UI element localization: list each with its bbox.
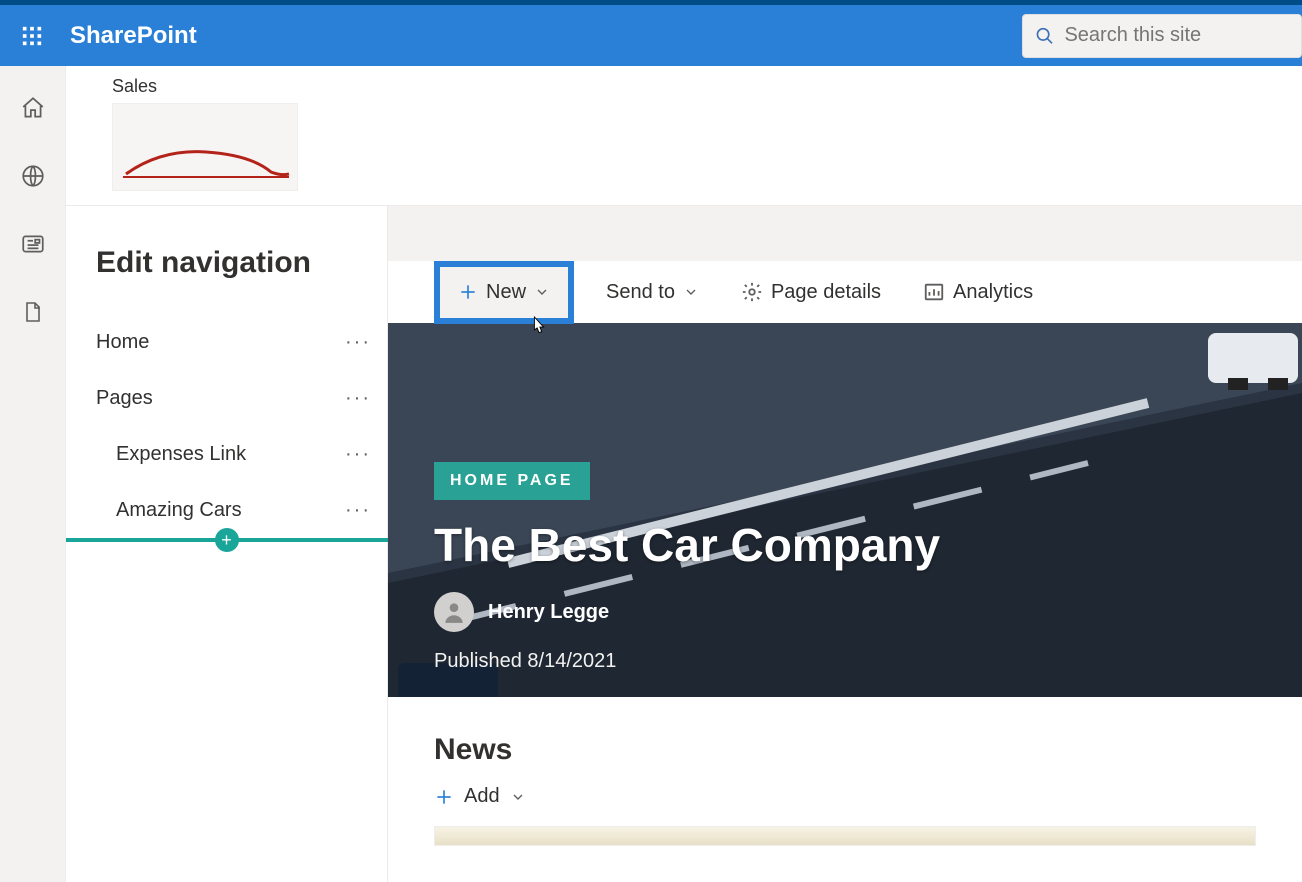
- site-header: Sales: [66, 66, 1302, 206]
- nav-insert-indicator[interactable]: +: [66, 538, 395, 542]
- more-icon[interactable]: ···: [345, 443, 377, 466]
- home-icon[interactable]: [19, 94, 47, 122]
- brand-label[interactable]: SharePoint: [70, 22, 197, 50]
- page-badge: HOME PAGE: [434, 462, 590, 500]
- page-hero: HOME PAGE The Best Car Company Henry Leg…: [388, 323, 1302, 697]
- nav-item-home[interactable]: Home ···: [96, 314, 377, 370]
- gear-icon: [741, 281, 763, 303]
- chevron-down-icon: [683, 284, 699, 300]
- nav-panel-title: Edit navigation: [96, 246, 377, 280]
- news-section: News Add: [388, 697, 1302, 882]
- page-details-button[interactable]: Page details: [731, 275, 891, 310]
- search-icon: [1035, 25, 1054, 47]
- person-icon: [441, 599, 467, 625]
- edit-navigation-panel: Edit navigation Home ··· Pages ··· Expen…: [66, 206, 388, 882]
- send-to-label: Send to: [606, 281, 675, 304]
- new-button[interactable]: New: [434, 261, 574, 324]
- site-logo[interactable]: [112, 103, 298, 191]
- app-rail: [0, 66, 66, 882]
- send-to-button[interactable]: Send to: [596, 275, 709, 310]
- add-label: Add: [464, 785, 500, 808]
- nav-item-amazing-cars[interactable]: Amazing Cars ···: [96, 482, 377, 538]
- analytics-button[interactable]: Analytics: [913, 275, 1043, 310]
- add-news-button[interactable]: Add: [434, 785, 1256, 808]
- nav-item-expenses-link[interactable]: Expenses Link ···: [96, 426, 377, 482]
- add-nav-item-icon[interactable]: +: [215, 528, 239, 552]
- plus-icon: [434, 787, 454, 807]
- page-details-label: Page details: [771, 281, 881, 304]
- page-area: New Send to Page details Analytic: [388, 206, 1302, 882]
- app-launcher-icon[interactable]: [12, 16, 52, 56]
- nav-item-label: Expenses Link: [96, 443, 246, 466]
- avatar[interactable]: [434, 592, 474, 632]
- nav-item-label: Pages: [96, 387, 153, 410]
- author-name[interactable]: Henry Legge: [488, 601, 609, 624]
- new-label: New: [486, 281, 526, 304]
- command-bar: New Send to Page details Analytic: [388, 261, 1302, 323]
- page-title: The Best Car Company: [434, 518, 940, 572]
- chevron-down-icon: [510, 789, 526, 805]
- search-box[interactable]: [1022, 14, 1302, 58]
- news-icon[interactable]: [19, 230, 47, 258]
- site-parent-link[interactable]: Sales: [112, 76, 1302, 97]
- analytics-icon: [923, 281, 945, 303]
- chevron-down-icon: [534, 284, 550, 300]
- nav-item-label: Home: [96, 331, 149, 354]
- nav-item-label: Amazing Cars: [96, 499, 242, 522]
- analytics-label: Analytics: [953, 281, 1033, 304]
- plus-icon: [458, 282, 478, 302]
- published-date: Published 8/14/2021: [434, 650, 940, 673]
- more-icon[interactable]: ···: [345, 387, 377, 410]
- news-card[interactable]: [434, 826, 1256, 846]
- suite-bar: SharePoint: [0, 0, 1302, 66]
- news-title: News: [434, 733, 1256, 767]
- file-icon[interactable]: [19, 298, 47, 326]
- globe-icon[interactable]: [19, 162, 47, 190]
- nav-item-pages[interactable]: Pages ···: [96, 370, 377, 426]
- search-input[interactable]: [1064, 24, 1289, 47]
- car-logo-icon: [121, 144, 291, 184]
- more-icon[interactable]: ···: [345, 499, 377, 522]
- more-icon[interactable]: ···: [345, 331, 377, 354]
